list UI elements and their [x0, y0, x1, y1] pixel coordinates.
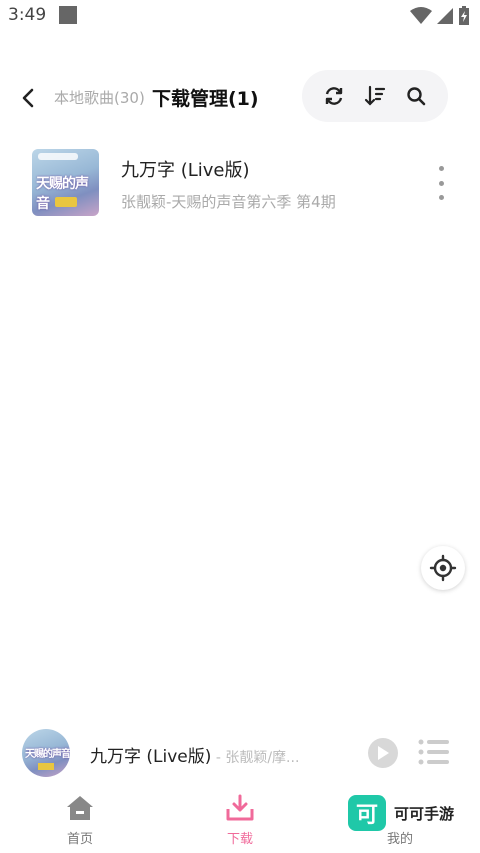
mini-player-title: 九万字 (Live版)	[90, 747, 212, 767]
home-icon	[67, 796, 93, 820]
notification-icon	[59, 6, 77, 24]
song-list-item[interactable]: 天赐的声音 九万字 (Live版) 张靓颖-天赐的声音第六季 第4期	[0, 144, 480, 220]
mini-player-cover: 天赐的声音	[22, 729, 70, 777]
signal-icon	[437, 8, 453, 24]
mini-player-text: 九万字 (Live版) - 张靓颖/摩...	[90, 742, 300, 767]
search-icon	[406, 87, 425, 106]
cover-title-art: 天赐的声音	[36, 176, 89, 212]
more-vert-icon	[438, 166, 444, 171]
refresh-icon	[326, 87, 343, 105]
status-bar: 3:49	[0, 0, 480, 34]
wifi-icon	[410, 7, 432, 24]
local-songs-link[interactable]: 本地歌曲(30)	[54, 87, 145, 108]
nav-download-label: 下载	[226, 832, 253, 847]
header: 本地歌曲(30) 下载管理(1)	[0, 70, 480, 124]
nav-download[interactable]: 下载	[200, 794, 280, 853]
song-title: 九万字 (Live版)	[121, 160, 250, 181]
watermark: 可 可可手游	[348, 795, 454, 831]
status-time: 3:49	[8, 5, 47, 25]
nav-home[interactable]: 首页	[40, 794, 120, 853]
nav-home-label: 首页	[66, 832, 93, 847]
song-subtitle: 张靓颖-天赐的声音第六季 第4期	[121, 193, 336, 211]
sort-button[interactable]	[362, 83, 388, 109]
sort-icon	[364, 85, 386, 106]
playlist-icon	[418, 739, 449, 765]
refresh-button[interactable]	[321, 83, 347, 109]
locate-icon	[429, 554, 457, 582]
mini-player[interactable]: 天赐的声音 九万字 (Live版) - 张靓颖/摩...	[0, 726, 480, 782]
download-manager-screen: 3:49 本地歌曲(30) 下载管理(1) 天赐的声音 九万字 (Live版) …	[0, 0, 480, 853]
album-cover: 天赐的声音	[32, 149, 99, 216]
watermark-text: 可可手游	[394, 804, 455, 823]
play-button[interactable]	[368, 738, 398, 768]
mini-player-artist: - 张靓颖/摩...	[211, 750, 300, 766]
playlist-button[interactable]	[418, 738, 450, 766]
page-title: 下载管理(1)	[152, 88, 259, 110]
search-button[interactable]	[403, 83, 429, 109]
back-button[interactable]	[14, 84, 42, 112]
more-options-button[interactable]	[430, 166, 452, 200]
system-icons	[410, 6, 470, 26]
download-icon	[226, 794, 254, 821]
battery-icon	[459, 6, 469, 25]
play-icon	[378, 746, 389, 760]
watermark-logo: 可	[348, 795, 386, 831]
action-toolbar	[302, 70, 448, 122]
locate-current-button[interactable]	[421, 546, 465, 590]
chevron-left-icon	[22, 88, 34, 108]
